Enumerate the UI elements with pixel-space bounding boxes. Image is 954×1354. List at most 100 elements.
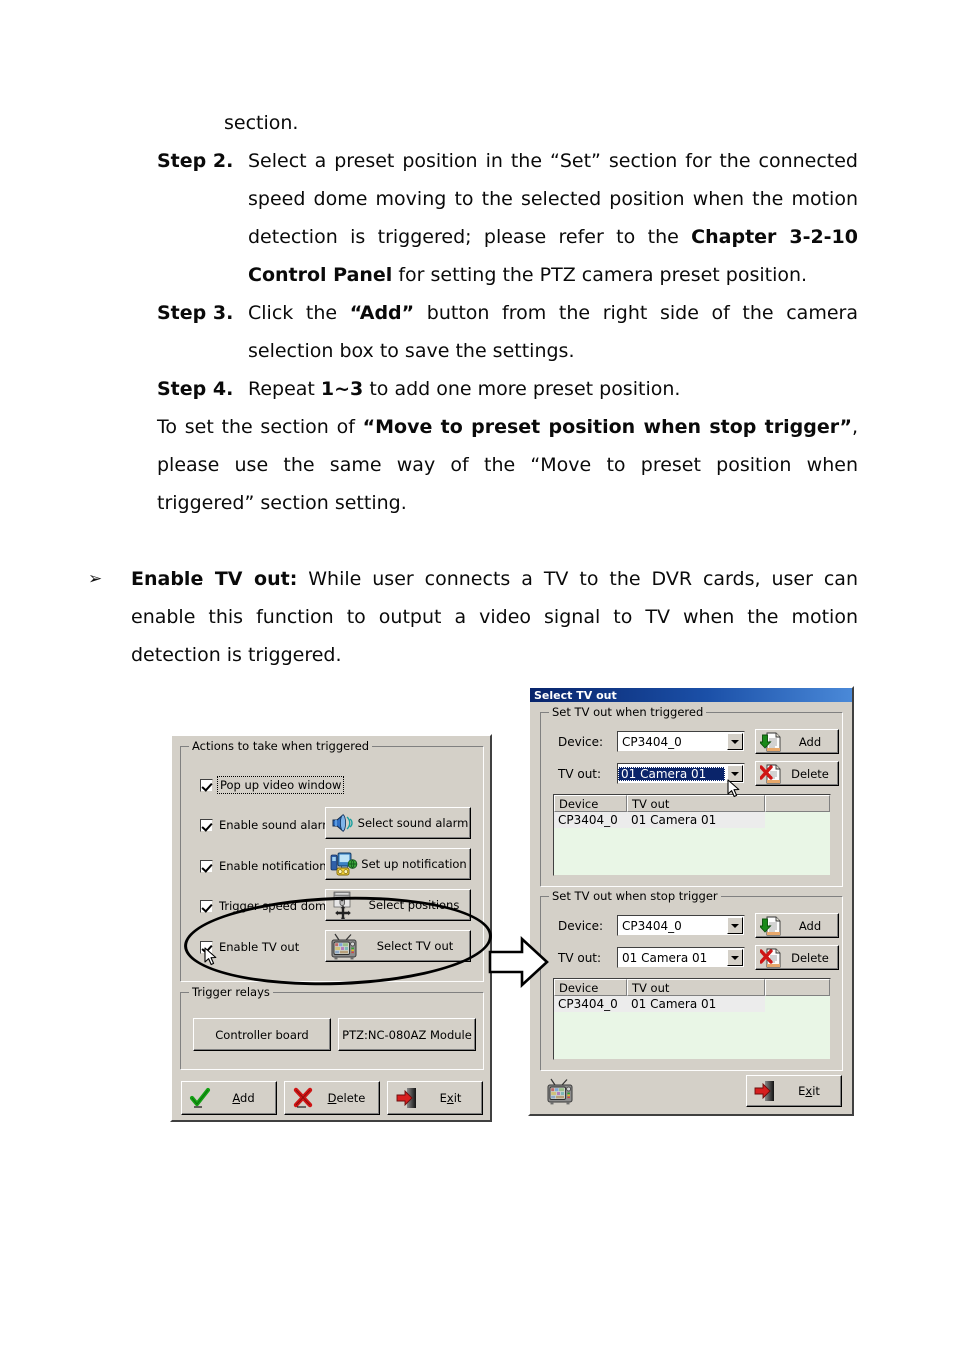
chevron-down-icon[interactable]	[727, 765, 743, 782]
add-button[interactable]: Add	[181, 1081, 277, 1115]
button-label: Select sound alarm	[357, 816, 469, 830]
col-blank[interactable]	[765, 795, 830, 812]
cell-blank	[765, 812, 830, 828]
cell-device: CP3404_0	[554, 812, 627, 828]
cell-blank	[765, 996, 830, 1012]
device-value-2: CP3404_0	[622, 918, 682, 933]
text-run: “Move to preset position when stop trigg…	[362, 416, 852, 438]
tvout-label-1: TV out:	[558, 767, 602, 781]
speed-dome-icon	[326, 891, 358, 919]
tvout-label-2: TV out:	[558, 951, 602, 965]
col-device[interactable]: Device	[554, 979, 627, 996]
button-label: Delete	[791, 766, 829, 781]
delete-document-icon	[756, 948, 782, 968]
ptz-module-button[interactable]: PTZ:NC-080AZ Module	[338, 1018, 476, 1051]
exit-button[interactable]: Exit	[387, 1081, 483, 1115]
select-positions-button[interactable]: Select positions	[325, 889, 471, 921]
col-tv-out[interactable]: TV out	[627, 979, 765, 996]
text-run: Click the	[248, 302, 350, 324]
add-button-1[interactable]: Add	[755, 729, 839, 754]
device-combobox-2[interactable]: CP3404_0	[617, 915, 745, 936]
list-item[interactable]: CP3404_0 01 Camera 01	[554, 812, 830, 828]
button-label: Set up notification	[361, 857, 467, 871]
checkbox-enable-tv-out[interactable]: Enable TV out	[200, 940, 299, 954]
button-label: Exit	[439, 1091, 462, 1105]
actions-dialog: Actions to take when triggered Pop up vi…	[170, 734, 492, 1122]
button-label: Select TV out	[376, 939, 454, 953]
set-up-notification-button[interactable]: Set up notification	[325, 848, 471, 880]
chevron-down-icon[interactable]	[727, 949, 743, 966]
button-label: Delete	[327, 1091, 366, 1105]
checkbox-label: Trigger speed dome	[219, 899, 334, 913]
add-document-icon	[756, 916, 782, 936]
notification-icon	[326, 851, 358, 877]
button-label: Select positions	[368, 898, 460, 912]
device-label-2: Device:	[558, 919, 604, 933]
col-tv-out[interactable]: TV out	[627, 795, 765, 812]
red-x-icon	[285, 1087, 314, 1109]
add-button-2[interactable]: Add	[755, 913, 839, 938]
checkbox-enable-sound-alarm[interactable]: Enable sound alarm	[200, 818, 333, 832]
exit-door-icon	[388, 1087, 419, 1109]
text-run: for setting the PTZ camera preset positi…	[392, 264, 808, 286]
select-sound-alarm-button[interactable]: Select sound alarm	[325, 807, 471, 839]
button-label: Add	[798, 734, 822, 749]
delete-button-2[interactable]: Delete	[755, 945, 839, 970]
button-label: Add	[232, 1091, 255, 1105]
text-run: Enable TV out:	[131, 568, 298, 590]
checkbox-box[interactable]	[200, 940, 213, 954]
speaker-icon	[326, 812, 356, 834]
arrow-bullet-icon: ➢	[88, 569, 103, 589]
button-label: PTZ:NC-080AZ Module	[342, 1027, 472, 1042]
group-relays-title: Trigger relays	[189, 985, 273, 999]
text-run: Repeat	[248, 378, 321, 400]
continuation-line: section.	[224, 112, 299, 134]
exit-button-right[interactable]: Exit	[746, 1075, 842, 1107]
tvout-list-2[interactable]: Device TV out CP3404_0 01 Camera 01	[553, 978, 831, 1060]
tv-icon	[326, 933, 360, 960]
controller-board-button[interactable]: Controller board	[193, 1018, 331, 1051]
enable-tv-out-paragraph: Enable TV out: While user connects a TV …	[131, 560, 858, 674]
tvout-combobox-1[interactable]: 01 Camera 01	[617, 763, 745, 784]
checkbox-pop-up-video-window[interactable]: Pop up video window	[200, 776, 345, 794]
tvout-value-1: 01 Camera 01	[618, 766, 725, 781]
chevron-down-icon[interactable]	[727, 917, 743, 934]
checkbox-label: Enable sound alarm	[219, 818, 334, 832]
group-title: Set TV out when stop trigger	[549, 889, 721, 903]
cell-tv-out: 01 Camera 01	[627, 812, 765, 828]
chevron-down-icon[interactable]	[727, 733, 743, 750]
exit-door-icon	[747, 1080, 777, 1102]
button-label: Delete	[791, 950, 829, 965]
select-tv-out-button[interactable]: Select TV out	[325, 930, 471, 962]
titlebar: Select TV out	[530, 688, 852, 702]
step-4-text: Repeat 1~3 to add one more preset positi…	[248, 370, 858, 408]
device-value-1: CP3404_0	[622, 734, 682, 749]
list-item[interactable]: CP3404_0 01 Camera 01	[554, 996, 830, 1012]
checkbox-box[interactable]	[200, 859, 213, 873]
device-combobox-1[interactable]: CP3404_0	[617, 731, 745, 752]
checkbox-trigger-speed-dome[interactable]: Trigger speed dome	[200, 899, 333, 913]
note-paragraph: To set the section of “Move to preset po…	[157, 408, 858, 522]
text-run: 1~3	[320, 378, 364, 400]
delete-button[interactable]: Delete	[284, 1081, 380, 1115]
button-label: Exit	[798, 1084, 820, 1098]
tvout-list-1[interactable]: Device TV out CP3404_0 01 Camera 01	[553, 794, 831, 876]
checkbox-label: Enable notification	[219, 859, 327, 873]
tv-icon	[546, 1078, 576, 1108]
checkbox-box[interactable]	[200, 778, 213, 792]
select-tv-out-dialog: Select TV out Set TV out when triggered …	[528, 686, 854, 1116]
step-3-text: Click the “Add” button from the right si…	[248, 294, 858, 370]
tvout-combobox-2[interactable]: 01 Camera 01	[617, 947, 745, 968]
delete-button-1[interactable]: Delete	[755, 761, 839, 786]
col-device[interactable]: Device	[554, 795, 627, 812]
button-label: Controller board	[215, 1027, 309, 1042]
step-4-label: Step 4.	[157, 378, 234, 400]
list-header-1: Device TV out	[554, 795, 830, 812]
checkbox-box[interactable]	[200, 899, 213, 913]
checkbox-enable-notification[interactable]: Enable notification	[200, 859, 327, 873]
text-run: to add one more preset position.	[363, 378, 681, 400]
checkbox-box[interactable]	[200, 818, 213, 832]
text-run: “Add”	[349, 302, 415, 324]
col-blank[interactable]	[765, 979, 830, 996]
cell-tv-out: 01 Camera 01	[627, 996, 765, 1012]
